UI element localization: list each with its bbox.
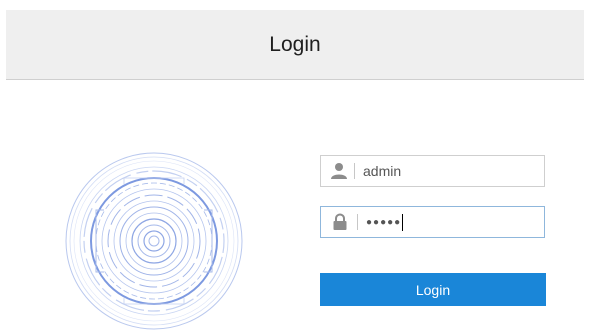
password-field[interactable]: ●●●●● [320,206,545,238]
field-separator [354,163,355,179]
page-title: Login [269,32,321,56]
camera-lens-logo-icon [65,152,243,330]
login-button[interactable]: Login [320,273,546,306]
username-input[interactable] [363,158,544,184]
login-page: Login admin ●●●●● Login [0,0,590,332]
password-input[interactable]: ●●●●● [366,213,544,231]
username-field[interactable] [320,155,545,187]
user-icon [325,156,352,186]
text-caret [402,213,404,231]
header-bar: Login [6,10,584,80]
lock-icon [325,207,355,237]
field-separator [357,214,358,230]
password-mask: ●●●●● [366,216,402,228]
